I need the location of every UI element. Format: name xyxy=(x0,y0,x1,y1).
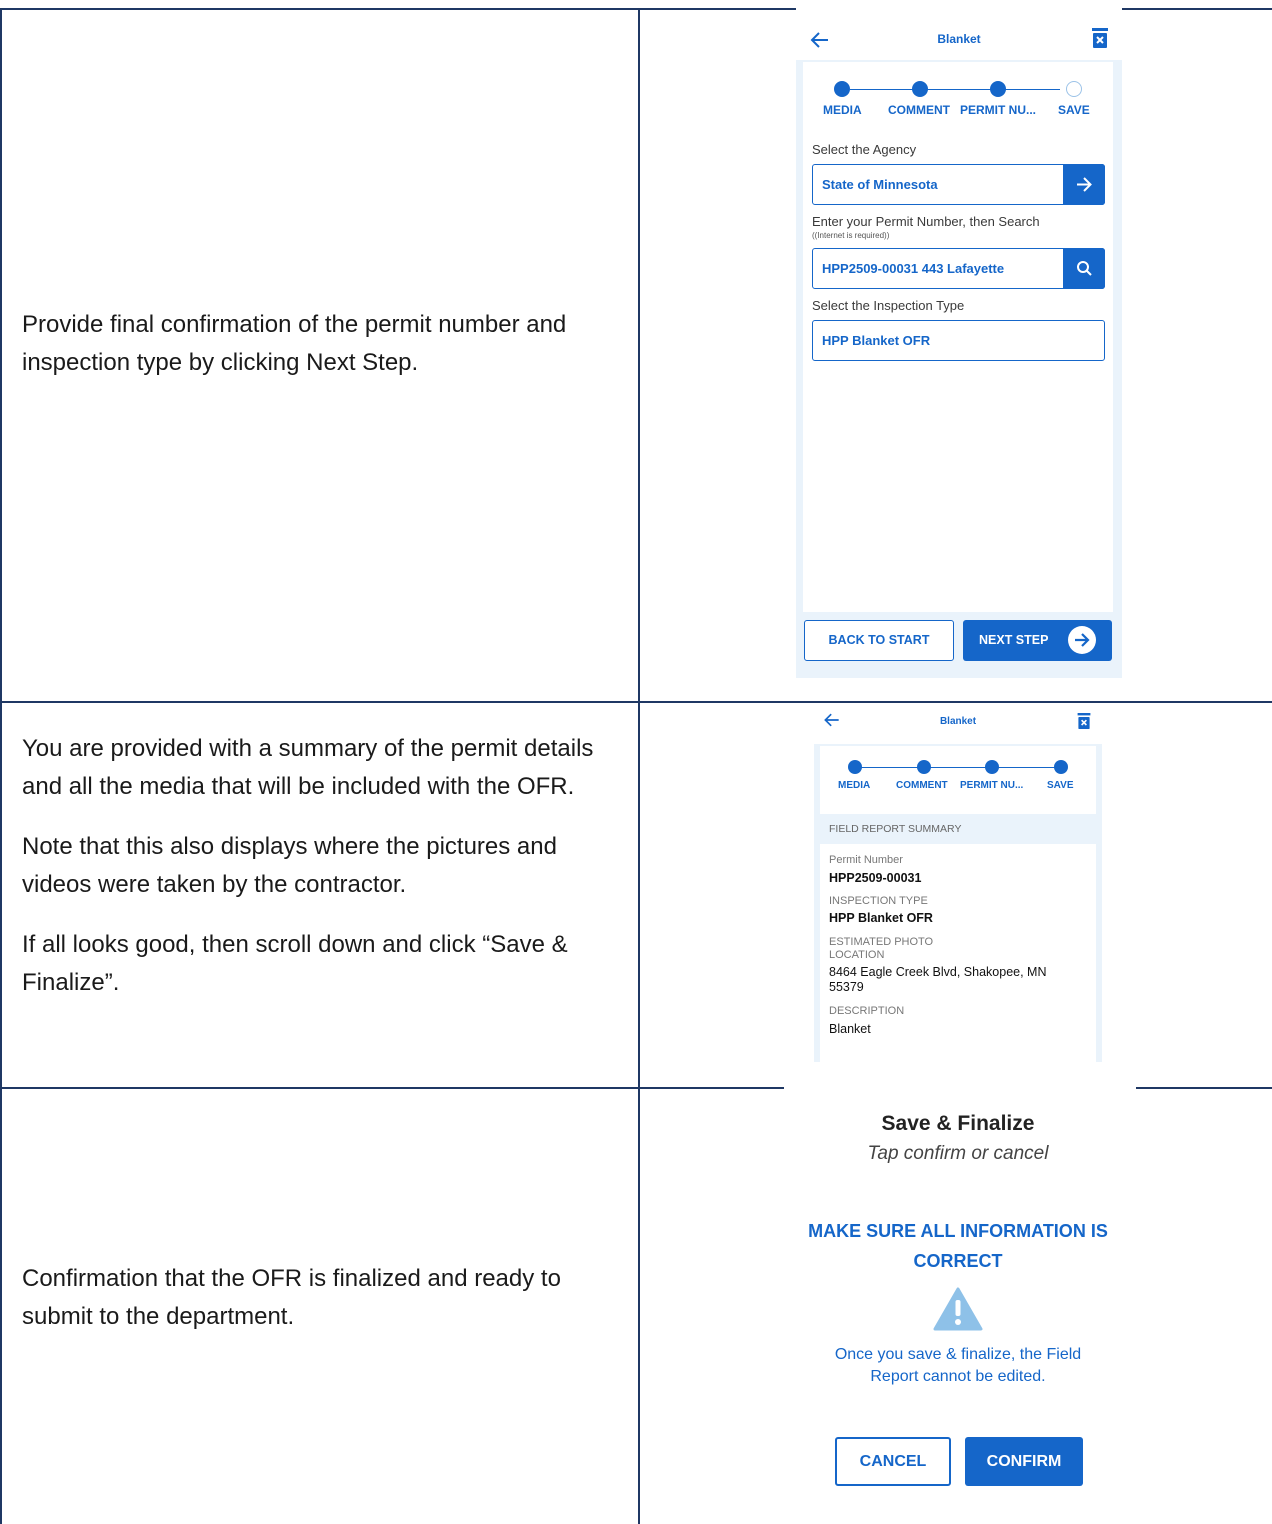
step-label-permit: PERMIT NU... xyxy=(960,103,1037,117)
next-step-label: NEXT STEP xyxy=(979,633,1049,647)
modal-subtitle: Tap confirm or cancel xyxy=(867,1143,1049,1164)
finalize-note: Once you save & finalize, the Field xyxy=(834,1346,1082,1363)
table-row-divider xyxy=(0,701,1272,703)
location-label: ESTIMATED PHOTO xyxy=(829,936,934,948)
instruction-paragraph: Note that this also displays where the p… xyxy=(22,833,557,898)
inspection-value: HPP Blanket OFR xyxy=(822,333,931,348)
permit-search-field[interactable]: HPP2509-00031 443 Lafayette xyxy=(812,248,1105,289)
location-value: 8464 Eagle Creek Blvd, Shakopee, MN xyxy=(829,965,1047,979)
location-value: 55379 xyxy=(829,980,864,994)
agency-select[interactable]: State of Minnesota xyxy=(812,164,1105,205)
instruction-paragraph: You are provided with a summary of the p… xyxy=(22,735,594,800)
permit-search-button[interactable] xyxy=(1063,248,1105,289)
agency-go-button[interactable] xyxy=(1063,164,1105,205)
step-dot-save xyxy=(1066,81,1082,97)
step-dot-permit xyxy=(990,81,1006,97)
screen-title: Blanket xyxy=(937,32,981,46)
permit-value: HPP2509-00031 443 Lafayette xyxy=(822,261,1005,276)
step-dot-media xyxy=(834,81,850,97)
inspection-type-label: INSPECTION TYPE xyxy=(829,895,928,907)
next-step-button[interactable]: NEXT STEP xyxy=(963,620,1112,661)
search-icon xyxy=(1077,261,1092,276)
step-label-comment: COMMENT xyxy=(896,780,948,791)
instruction-table: Provide final confirmation of the permit… xyxy=(0,0,1272,1524)
permit-hint: ((Internet is required)) xyxy=(812,231,890,240)
delete-icon[interactable] xyxy=(1076,712,1092,735)
step-connector xyxy=(850,89,1060,90)
back-to-start-button[interactable]: BACK TO START xyxy=(804,620,954,661)
step-label-comment: COMMENT xyxy=(888,103,950,117)
inspection-type-value: HPP Blanket OFR xyxy=(829,911,933,925)
permit-number-label: Permit Number xyxy=(829,854,903,866)
screen-title: Blanket xyxy=(939,716,977,727)
screen2-app-bar: Blanket xyxy=(814,706,1102,744)
warning-icon xyxy=(933,1287,983,1331)
finalize-note: Report cannot be edited. xyxy=(870,1368,1046,1385)
arrow-right-icon xyxy=(1077,177,1092,192)
back-to-start-label: BACK TO START xyxy=(828,633,930,647)
summary-section-header: FIELD REPORT SUMMARY xyxy=(829,823,962,835)
row2-instructions: You are provided with a summary of the p… xyxy=(22,730,632,1002)
confirm-label: CONFIRM xyxy=(986,1453,1062,1470)
instruction-paragraph: Confirmation that the OFR is finalized a… xyxy=(22,1265,561,1330)
instruction-paragraph: If all looks good, then scroll down and … xyxy=(22,931,568,996)
inspection-type-select[interactable]: HPP Blanket OFR xyxy=(812,320,1105,361)
row3-instructions: Confirmation that the OFR is finalized a… xyxy=(22,1260,632,1336)
confirm-button[interactable]: CONFIRM xyxy=(965,1437,1083,1486)
step-dot-save xyxy=(1054,760,1068,774)
description-label: DESCRIPTION xyxy=(829,1005,905,1017)
step-dot-comment xyxy=(912,81,928,97)
screenshot-frame xyxy=(784,1084,1136,1090)
table-border-left xyxy=(0,8,2,1524)
warning-heading: CORRECT xyxy=(913,1251,1003,1271)
cancel-button[interactable]: CANCEL xyxy=(835,1437,951,1486)
permit-number-value: HPP2509-00031 xyxy=(829,871,922,885)
description-value: Blanket xyxy=(829,1022,871,1036)
step-label-media: MEDIA xyxy=(823,103,862,117)
agency-label: Select the Agency xyxy=(812,142,917,157)
step-label-save: SAVE xyxy=(1047,780,1074,791)
step-label-permit: PERMIT NU... xyxy=(960,780,1024,791)
step-label-media: MEDIA xyxy=(838,780,871,791)
warning-heading: MAKE SURE ALL INFORMATION IS xyxy=(808,1221,1108,1241)
step-label-save: SAVE xyxy=(1058,103,1090,117)
permit-label: Enter your Permit Number, then Search xyxy=(812,214,1040,229)
step-dot-permit xyxy=(985,760,999,774)
modal-title: Save & Finalize xyxy=(881,1112,1035,1135)
inspection-label: Select the Inspection Type xyxy=(812,298,965,313)
arrow-circle-right-icon xyxy=(1068,626,1096,654)
instruction-paragraph: Provide final confirmation of the permit… xyxy=(22,311,567,376)
row1-instructions: Provide final confirmation of the permit… xyxy=(22,306,632,382)
table-column-divider xyxy=(638,8,640,1524)
step-dot-media xyxy=(848,760,862,774)
cancel-label: CANCEL xyxy=(859,1453,927,1470)
location-label: LOCATION xyxy=(829,949,885,961)
step-dot-comment xyxy=(917,760,931,774)
agency-value: State of Minnesota xyxy=(822,177,938,192)
delete-icon[interactable] xyxy=(1090,27,1110,49)
screen1-app-bar: Blanket xyxy=(798,22,1120,62)
summary-card: Permit Number HPP2509-00031 INSPECTION T… xyxy=(820,844,1096,1062)
step-connector xyxy=(856,767,1062,768)
